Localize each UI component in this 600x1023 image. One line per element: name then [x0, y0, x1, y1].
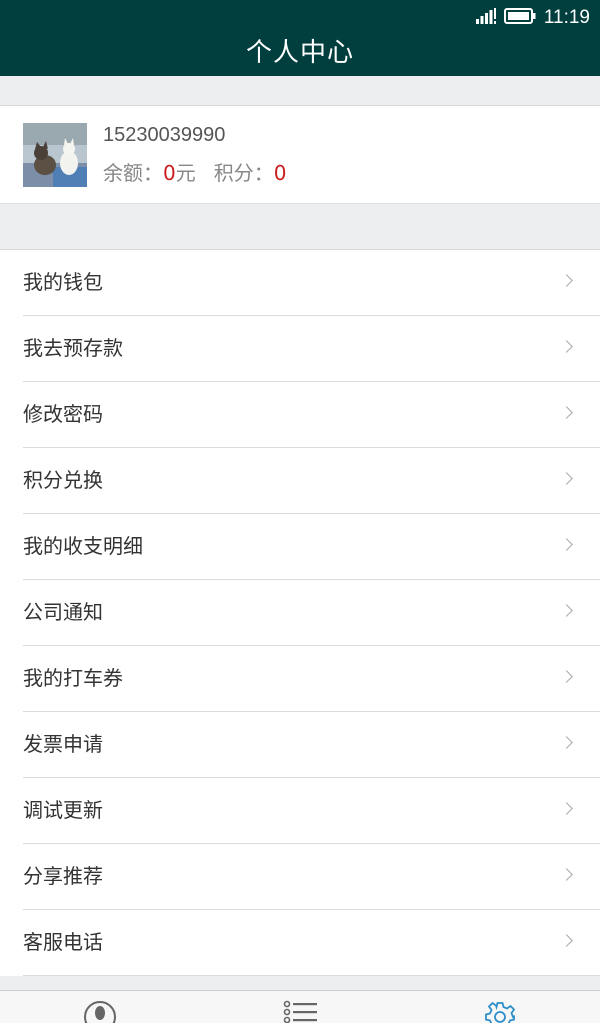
menu-item-wallet[interactable]: 我的钱包 [23, 250, 600, 316]
menu-item-prepaid-deposit[interactable]: 我去预存款 [23, 316, 600, 382]
points-label: 积分： [213, 161, 274, 185]
chevron-right-icon [560, 802, 573, 815]
tab-profile[interactable] [0, 991, 200, 1023]
menu-item-label: 客服电话 [23, 930, 103, 954]
chevron-right-icon [560, 340, 573, 353]
menu-item-label: 我的收支明细 [23, 534, 143, 558]
battery-icon [503, 8, 536, 28]
status-time: 11:19 [543, 7, 590, 28]
bottom-tab-bar [0, 990, 600, 1023]
chevron-right-icon [560, 472, 573, 485]
chevron-right-icon [560, 538, 573, 551]
app-header: 个人中心 [0, 36, 600, 76]
menu-item-label: 调试更新 [23, 798, 103, 822]
menu-item-company-notice[interactable]: 公司通知 [23, 580, 600, 646]
user-icon [0, 1001, 200, 1023]
settings-menu: 我的钱包 我去预存款 修改密码 积分兑换 我的收支明细 公司通知 我的打车券 发… [0, 249, 600, 976]
menu-item-invoice-request[interactable]: 发票申请 [23, 712, 600, 778]
gear-icon [400, 1001, 600, 1023]
points-value: 0 [273, 161, 287, 185]
chevron-right-icon [560, 274, 573, 287]
menu-item-label: 公司通知 [23, 600, 103, 624]
menu-item-points-exchange[interactable]: 积分兑换 [23, 448, 600, 514]
user-phone: 15230039990 [103, 124, 226, 146]
balance-value: 0 [163, 161, 176, 185]
tab-list[interactable] [200, 991, 400, 1023]
menu-item-label: 我的打车券 [23, 666, 123, 690]
balance-label: 余额： [103, 161, 163, 185]
balance-unit: 元 [175, 161, 196, 185]
menu-item-label: 积分兑换 [23, 468, 103, 492]
chevron-right-icon [560, 934, 573, 947]
menu-item-ride-coupons[interactable]: 我的打车券 [23, 646, 600, 712]
menu-item-label: 分享推荐 [23, 864, 103, 888]
profile-card[interactable]: 15230039990 余额：0元 积分：0 [0, 105, 600, 204]
menu-item-label: 我去预存款 [23, 336, 123, 360]
account-stats: 余额：0元 积分：0 [103, 157, 286, 186]
signal-icon [475, 8, 496, 28]
menu-item-customer-service[interactable]: 客服电话 [23, 910, 600, 976]
list-icon [200, 1000, 400, 1023]
chevron-right-icon [560, 736, 573, 749]
chevron-right-icon [560, 670, 573, 683]
chevron-right-icon [560, 604, 573, 617]
menu-item-transactions[interactable]: 我的收支明细 [23, 514, 600, 580]
menu-item-label: 发票申请 [23, 732, 103, 756]
page-title: 个人中心 [245, 38, 354, 68]
avatar[interactable] [23, 123, 87, 187]
menu-item-share-referral[interactable]: 分享推荐 [23, 844, 600, 910]
menu-item-label: 我的钱包 [23, 270, 103, 294]
chevron-right-icon [560, 868, 573, 881]
tab-settings[interactable] [400, 991, 600, 1023]
status-bar: 11:19 [0, 0, 600, 36]
menu-item-label: 修改密码 [23, 402, 103, 426]
menu-item-change-password[interactable]: 修改密码 [23, 382, 600, 448]
chevron-right-icon [560, 406, 573, 419]
menu-item-debug-update[interactable]: 调试更新 [23, 778, 600, 844]
